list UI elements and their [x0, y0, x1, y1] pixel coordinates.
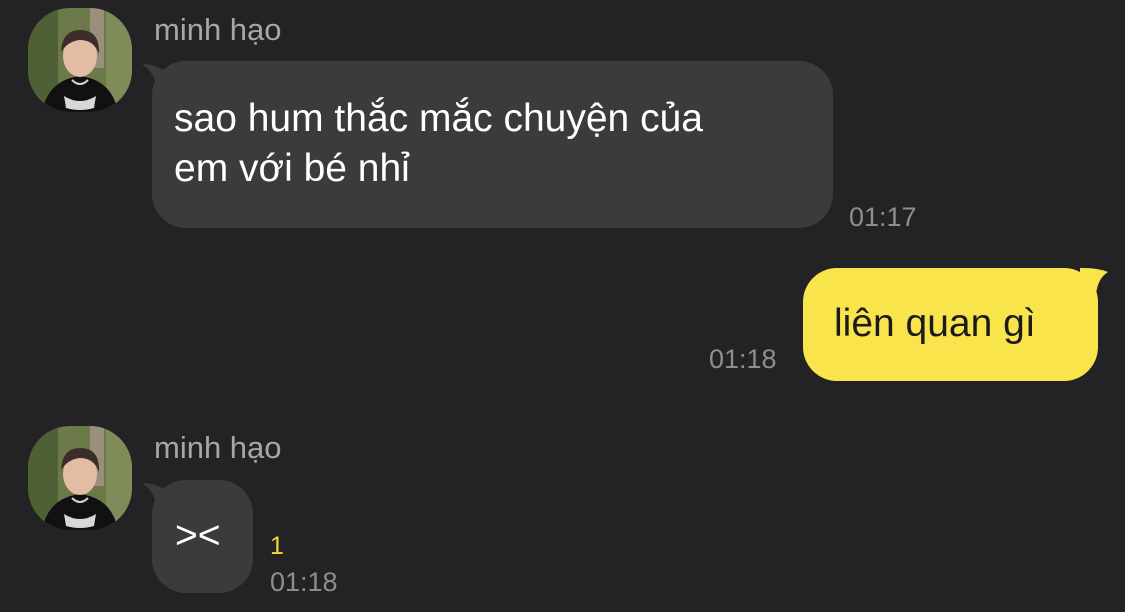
message-text-line: em với bé nhỉ [174, 147, 410, 190]
sender-name[interactable]: minh hạo [154, 430, 282, 466]
incoming-message-bubble[interactable]: sao hum thắc mắc chuyện của em với bé nh… [152, 61, 833, 228]
incoming-message-bubble[interactable]: >< [152, 480, 253, 593]
message-text-line: sao hum thắc mắc chuyện của [174, 97, 703, 140]
message-text: liên quan gì [834, 302, 1036, 345]
outgoing-message-bubble[interactable]: liên quan gì [803, 268, 1098, 381]
message-timestamp: 01:18 [709, 344, 777, 374]
bubble-tail [1080, 268, 1108, 294]
unread-count-badge: 1 [270, 532, 284, 560]
message-timestamp: 01:18 [270, 567, 338, 597]
message-text: >< [175, 514, 221, 557]
avatar-photo [28, 8, 132, 112]
sender-name[interactable]: minh hạo [154, 12, 282, 48]
chat-message-list: minh hạo sao hum thắc mắc chuyện của em … [0, 0, 1125, 612]
avatar-photo [28, 426, 132, 530]
sender-avatar[interactable] [28, 426, 132, 530]
message-timestamp: 01:17 [849, 202, 917, 232]
sender-avatar[interactable] [28, 8, 132, 112]
